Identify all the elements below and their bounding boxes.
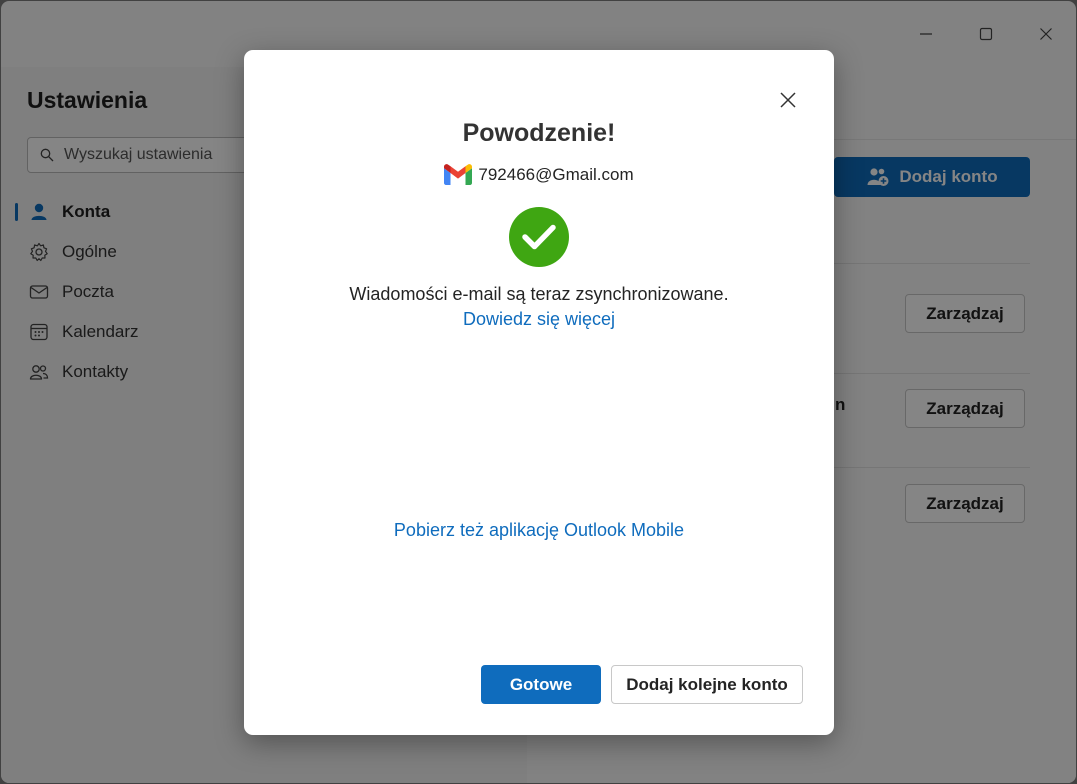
done-button[interactable]: Gotowe — [481, 665, 601, 704]
account-email: 792466@Gmail.com — [478, 164, 634, 184]
close-icon — [780, 92, 796, 108]
add-another-account-button[interactable]: Dodaj kolejne konto — [611, 665, 803, 704]
dialog-close-button[interactable] — [774, 86, 802, 114]
dialog-title: Powodzenie! — [462, 119, 616, 147]
gmail-icon — [444, 164, 473, 185]
sync-status-message: Wiadomości e-mail są teraz zsynchronizow… — [349, 284, 729, 304]
account-line: 792466@Gmail.com — [244, 164, 834, 185]
learn-more-link[interactable]: Dowiedz się więcej — [244, 309, 834, 330]
outlook-mobile-link[interactable]: Pobierz też aplikację Outlook Mobile — [244, 520, 834, 541]
success-dialog: Powodzenie! 792466@Gmail.com Wiadomości … — [244, 50, 834, 735]
success-checkmark-icon — [509, 207, 569, 267]
